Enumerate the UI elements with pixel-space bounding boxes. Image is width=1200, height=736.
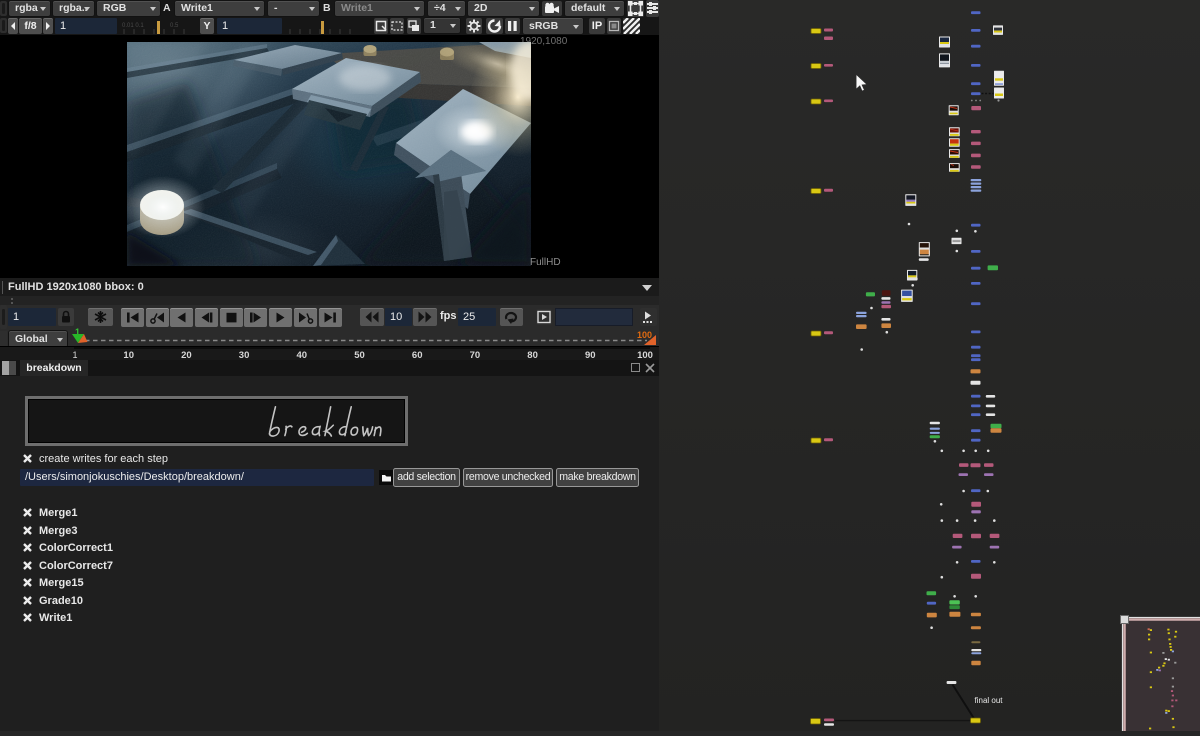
svg-text:0.5: 0.5	[170, 23, 179, 29]
svg-text:1: 1	[72, 350, 77, 360]
svg-text:0.01 0.1: 0.01 0.1	[122, 23, 144, 29]
svg-text:final out: final out	[975, 696, 1004, 705]
